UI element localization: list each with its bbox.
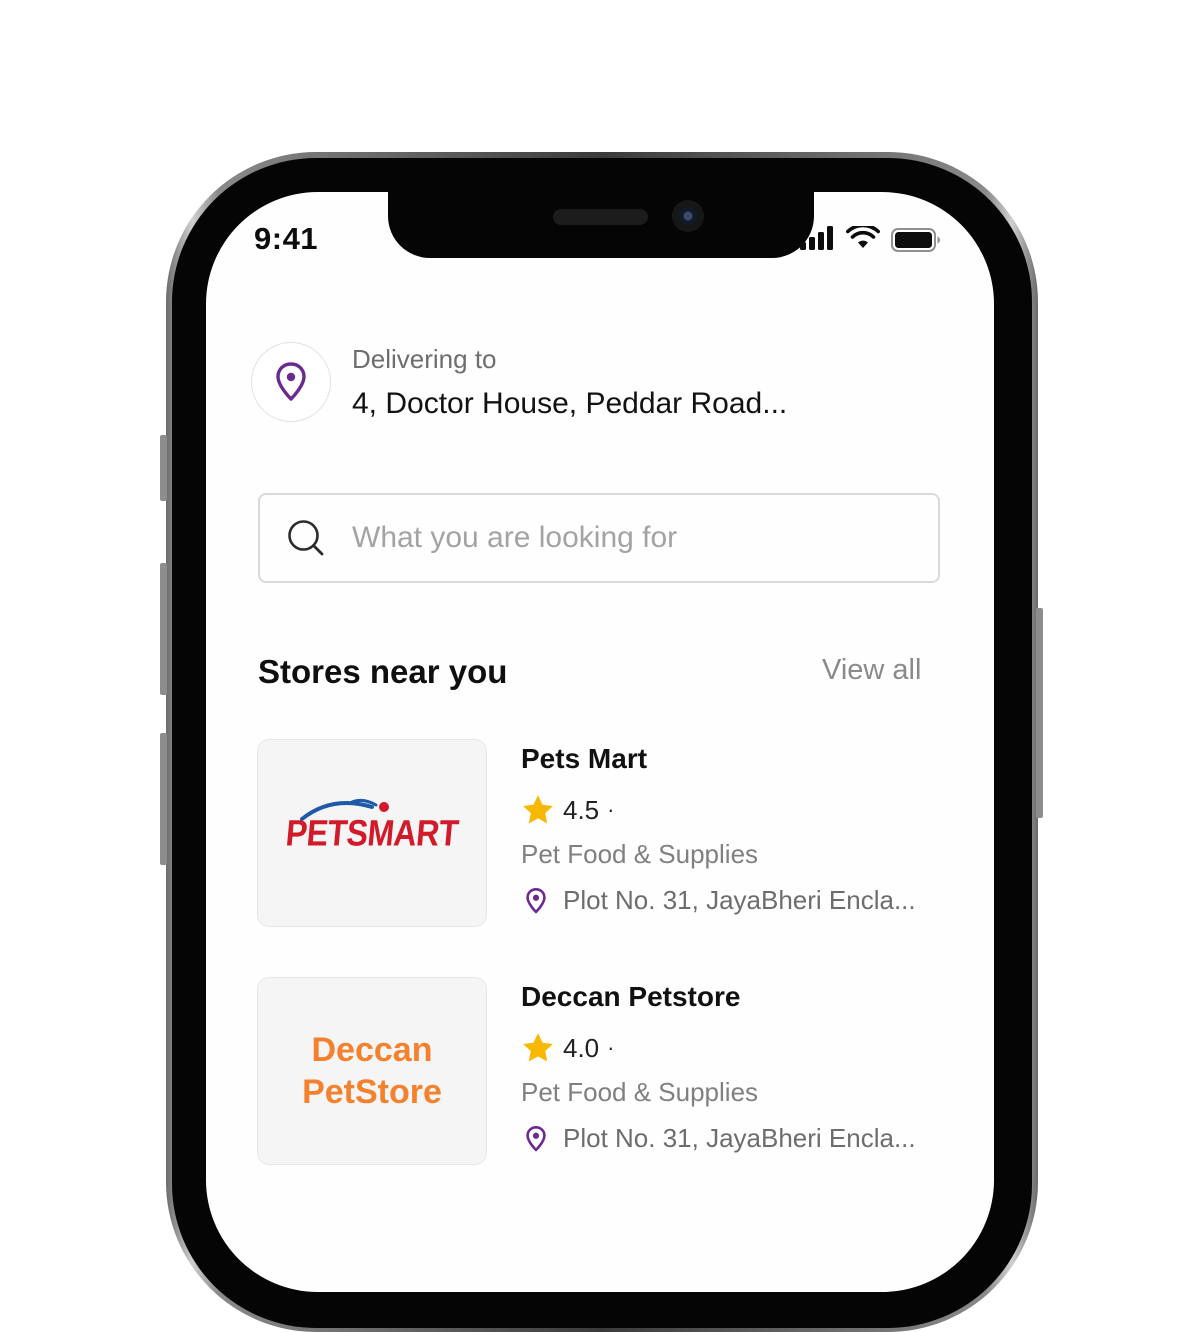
deccan-logo: Deccan PetStore [302,1029,442,1113]
rating-row: 4.0 · [521,1031,614,1065]
rating-value: 4.5 [563,794,600,825]
silent-switch [160,435,167,501]
store-category: Pet Food & Supplies [521,839,759,869]
search-icon [288,520,324,556]
location-pin-icon [526,887,546,913]
battery-icon [891,228,940,252]
search-input[interactable] [350,520,914,556]
petsmart-logo-text: PETSMART [284,811,460,854]
rating-value: 4.0 [563,1032,600,1063]
store-card[interactable]: Deccan PetStore Deccan Petstore 4.0 · Pe… [257,977,957,1167]
rating-separator: · [607,1035,615,1060]
earpiece-speaker [553,209,648,225]
rating-row: 4.5 · [521,793,614,827]
deccan-logo-line1: Deccan [311,1031,433,1069]
location-pin-icon [276,362,306,401]
store-logo: Deccan PetStore [257,977,487,1165]
volume-up-button [160,563,167,695]
store-card[interactable]: PETSMART Pets Mart 4.5 · Pet Food & Supp… [257,739,957,929]
search-bar[interactable] [258,493,940,583]
location-pin-icon [526,1125,546,1151]
store-address: Plot No. 31, JayaBheri Encla... [563,885,916,915]
store-address: Plot No. 31, JayaBheri Encla... [563,1123,916,1153]
status-time: 9:41 [254,221,319,256]
store-name: Deccan Petstore [521,981,741,1012]
store-name: Pets Mart [521,743,648,774]
notch [388,192,814,258]
location-button[interactable] [251,342,331,422]
volume-down-button [160,733,167,865]
delivery-address[interactable]: 4, Doctor House, Peddar Road... [352,387,787,421]
delivering-to-label: Delivering to [352,344,497,374]
star-icon [523,795,553,824]
cellular-signal-icon [800,226,833,250]
power-button [1036,608,1043,818]
section-title: Stores near you [258,653,508,690]
view-all-link[interactable]: View all [822,654,921,687]
star-icon [523,1033,553,1062]
store-address-row: Plot No. 31, JayaBheri Encla... [525,1123,916,1154]
store-address-row: Plot No. 31, JayaBheri Encla... [525,885,916,916]
front-camera [672,200,704,232]
rating-separator: · [607,797,615,822]
store-category: Pet Food & Supplies [521,1077,759,1107]
store-logo: PETSMART [257,739,487,927]
deccan-logo-line2: PetStore [302,1073,442,1111]
wifi-icon [846,226,880,248]
